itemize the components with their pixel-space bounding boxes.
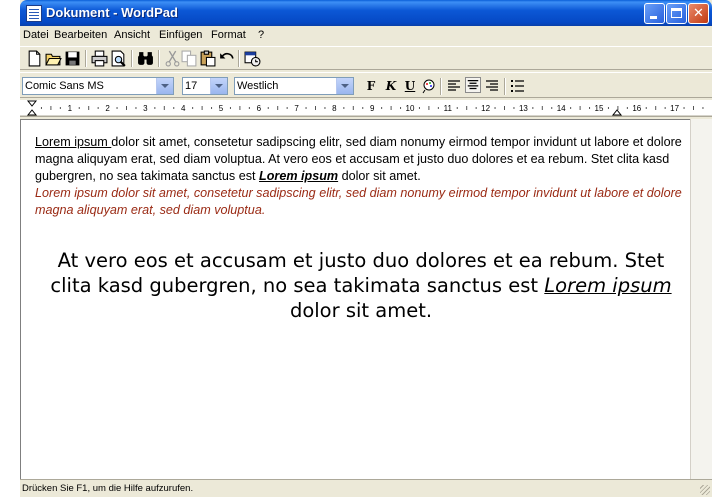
ruler-label: 12 <box>481 104 490 113</box>
underlined-text: Lorem ipsum <box>35 135 112 149</box>
chevron-down-icon[interactable] <box>336 78 353 94</box>
ruler-label: 6 <box>257 104 262 113</box>
ruler-label: 5 <box>219 104 224 113</box>
bold-button[interactable]: F <box>363 78 379 94</box>
ruler-label: 9 <box>370 104 375 113</box>
close-button[interactable]: ✕ <box>688 3 709 24</box>
red-italic-text: Lorem ipsum dolor sit amet, consetetur s… <box>35 186 682 217</box>
ruler-label: 2 <box>105 104 110 113</box>
body-text: dolor sit amet. <box>289 299 433 322</box>
toolbar-separator <box>131 50 133 67</box>
open-folder-icon[interactable] <box>45 50 62 67</box>
print-preview-icon[interactable] <box>110 50 127 67</box>
menu-bar: Datei Bearbeiten Ansicht Einfügen Format… <box>20 26 712 44</box>
align-center-icon[interactable] <box>465 77 481 93</box>
maximize-icon <box>671 8 682 18</box>
right-indent-marker[interactable] <box>611 109 623 116</box>
wordpad-window: Dokument - WordPad ✕ Datei Bearbeiten An… <box>20 0 712 497</box>
first-line-indent-marker[interactable] <box>26 100 38 107</box>
chevron-down-icon[interactable] <box>210 78 227 94</box>
paragraph-2[interactable]: At vero eos et accusam et justo duo dolo… <box>35 248 687 323</box>
ruler-label: 15 <box>595 104 604 113</box>
menu-ansicht[interactable]: Ansicht <box>114 29 150 41</box>
italic-button[interactable]: K <box>383 78 399 94</box>
standard-toolbar <box>20 46 712 70</box>
ruler-label: 3 <box>143 104 148 113</box>
ruler-label: 7 <box>294 104 299 113</box>
toolbar-separator <box>85 50 87 67</box>
script-value: Westlich <box>237 80 279 92</box>
ruler-label: 17 <box>670 104 679 113</box>
status-text: Drücken Sie F1, um die Hilfe aufzurufen. <box>22 483 194 494</box>
menu-einfuegen[interactable]: Einfügen <box>159 29 202 41</box>
font-size-select[interactable]: 17 <box>182 77 228 95</box>
align-right-icon[interactable] <box>484 78 500 94</box>
ruler-label: 4 <box>181 104 186 113</box>
menu-bearbeiten[interactable]: Bearbeiten <box>54 29 107 41</box>
bullets-icon[interactable] <box>510 78 526 94</box>
find-icon[interactable] <box>137 50 154 67</box>
ruler-label: 11 <box>444 104 453 113</box>
copy-icon[interactable] <box>181 50 198 67</box>
ruler-label: 13 <box>519 104 528 113</box>
ruler-label: 16 <box>632 104 641 113</box>
wordpad-app-icon[interactable] <box>26 5 42 22</box>
minimize-button[interactable] <box>644 3 665 24</box>
paragraph-1[interactable]: Lorem ipsum dolor sit amet, consetetur s… <box>35 134 687 219</box>
title-bar[interactable]: Dokument - WordPad ✕ <box>20 0 712 26</box>
insert-date-time-icon[interactable] <box>244 50 261 67</box>
font-family-select[interactable]: Comic Sans MS <box>22 77 174 95</box>
underline-button[interactable]: U <box>402 78 418 94</box>
menu-format[interactable]: Format <box>211 29 246 41</box>
chevron-down-icon[interactable] <box>156 78 173 94</box>
toolbar-separator <box>440 78 442 95</box>
left-indent-marker[interactable] <box>26 109 38 116</box>
ruler-label: 10 <box>406 104 415 113</box>
vertical-scrollbar[interactable] <box>690 119 712 479</box>
underlined-italic-text: Lorem ipsum <box>544 274 672 297</box>
ruler-label: 14 <box>557 104 566 113</box>
paste-icon[interactable] <box>199 50 216 67</box>
ruler[interactable]: 1 2 3 4 5 6 7 8 9 10 11 12 13 14 15 16 17 <box>20 100 712 117</box>
menu-help[interactable]: ? <box>258 29 264 41</box>
body-text: dolor sit amet. <box>338 169 421 183</box>
status-bar: Drücken Sie F1, um die Hilfe aufzurufen. <box>20 479 712 497</box>
menu-datei[interactable]: Datei <box>23 29 49 41</box>
save-icon[interactable] <box>64 50 81 67</box>
format-toolbar: Comic Sans MS 17 Westlich F K U <box>20 72 712 98</box>
toolbar-separator <box>158 50 160 67</box>
undo-icon[interactable] <box>218 50 235 67</box>
document-area[interactable]: Lorem ipsum dolor sit amet, consetetur s… <box>20 119 690 479</box>
window-title: Dokument - WordPad <box>46 5 178 20</box>
close-icon: ✕ <box>693 6 704 21</box>
align-left-icon[interactable] <box>446 78 462 94</box>
font-size-value: 17 <box>185 80 198 92</box>
text-color-icon[interactable] <box>421 78 437 94</box>
ruler-scale: 1 2 3 4 5 6 7 8 9 10 11 12 13 14 15 16 17 <box>20 100 712 116</box>
toolbar-separator <box>504 78 506 95</box>
minimize-icon <box>650 16 657 19</box>
print-icon[interactable] <box>91 50 108 67</box>
script-select[interactable]: Westlich <box>234 77 354 95</box>
ruler-label: 8 <box>332 104 337 113</box>
toolbar-separator <box>238 50 240 67</box>
new-document-icon[interactable] <box>26 50 43 67</box>
maximize-button[interactable] <box>666 3 687 24</box>
ruler-label: 1 <box>68 104 73 113</box>
cut-icon[interactable] <box>164 50 181 67</box>
resize-grip-icon[interactable] <box>700 485 710 495</box>
bold-italic-text: Lorem ipsum <box>259 169 339 183</box>
font-family-value: Comic Sans MS <box>25 80 104 92</box>
